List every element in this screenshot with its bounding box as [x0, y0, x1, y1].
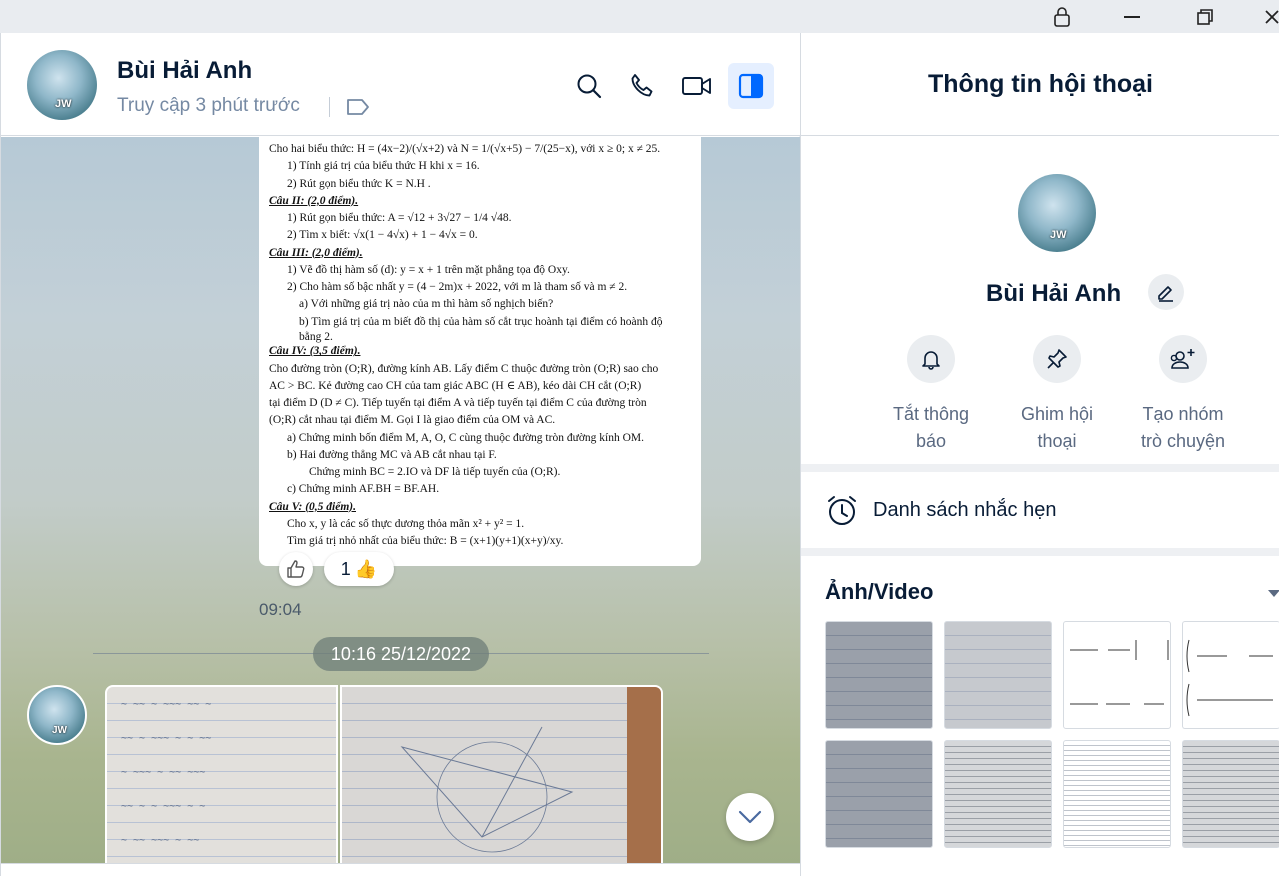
doc-heading: Câu V: (0,5 điểm).: [269, 500, 356, 513]
close-icon[interactable]: [1250, 0, 1279, 33]
doc-line: b) Tìm giá trị của m biết đồ thị của hàm…: [299, 315, 663, 328]
message-list[interactable]: Cho hai biểu thức: H = (4x−2)/(√x+2) và …: [1, 137, 800, 863]
last-seen-status: Truy cập 3 phút trước: [117, 95, 300, 116]
desk-edge: [627, 687, 661, 863]
video-icon[interactable]: [674, 63, 720, 109]
reminder-list-label: Danh sách nhắc hẹn: [873, 498, 1057, 521]
avatar-initials: JW: [55, 98, 72, 110]
action-label: Tắt thông: [892, 404, 970, 424]
doc-line: bằng 2.: [299, 330, 333, 343]
minimize-icon[interactable]: [1110, 0, 1154, 33]
doc-line: a) Chứng minh bốn điểm M, A, O, C cùng t…: [287, 431, 644, 444]
pin-conversation-button[interactable]: Ghim hội thoại: [994, 335, 1120, 455]
photo-message-notes-1[interactable]: ~ ~~ ~ ~~~ ~~ ~ ~~ ~ ~~~ ~ ~ ~~ ~ ~~~ ~ …: [105, 685, 338, 863]
sidebar-toggle-icon[interactable]: [728, 63, 774, 109]
sender-avatar[interactable]: JW: [27, 685, 87, 745]
action-label: Ghim hội: [1020, 404, 1094, 424]
contact-name[interactable]: Bùi Hải Anh: [117, 57, 252, 85]
reaction-count: 1: [340, 558, 351, 579]
media-section-title[interactable]: Ảnh/Video: [825, 579, 933, 605]
doc-line: a) Với những giá trị nào của m thì hàm s…: [299, 298, 554, 311]
conversation-info-panel: Thông tin hội thoại JW Bùi Hải Anh Tắt t…: [800, 33, 1279, 876]
status-divider: [329, 97, 330, 117]
create-group-button[interactable]: Tạo nhóm trò chuyện: [1120, 335, 1246, 455]
bell-icon: [907, 335, 955, 383]
doc-line: Cho đường tròn (O;R), đường kính AB. Lấy…: [269, 362, 659, 375]
info-panel-title: Thông tin hội thoại: [801, 33, 1279, 136]
info-contact-name: Bùi Hải Anh: [986, 280, 1122, 307]
media-thumbnail[interactable]: [1063, 740, 1171, 848]
action-label: Tạo nhóm: [1142, 404, 1224, 424]
action-label: thoại: [1037, 431, 1077, 451]
like-reaction-button[interactable]: [279, 552, 313, 586]
reminder-list-row[interactable]: Danh sách nhắc hẹn: [801, 472, 1279, 548]
restore-icon[interactable]: [1183, 0, 1227, 33]
doc-line: c) Chứng minh AF.BH = BF.AH.: [287, 483, 440, 496]
pin-icon: [1033, 335, 1081, 383]
avatar-initials: JW: [52, 725, 67, 736]
doc-line: (O;R) cắt nhau tại điểm M. Gọi I là giao…: [269, 414, 556, 427]
lock-icon[interactable]: [1040, 0, 1084, 33]
doc-line: 1) Tính giá trị của biểu thức H khi x = …: [287, 160, 480, 173]
chat-header: JW Bùi Hải Anh Truy cập 3 phút trước: [1, 33, 800, 136]
image-message-exam[interactable]: Cho hai biểu thức: H = (4x−2)/(√x+2) và …: [259, 137, 701, 566]
media-thumbnail[interactable]: [944, 621, 1052, 729]
chat-pane: JW Bùi Hải Anh Truy cập 3 phút trước Cho…: [0, 33, 800, 876]
doc-line: Chứng minh BC = 2.IO và DF là tiếp tuyến…: [309, 466, 561, 479]
pencil-icon: [1158, 286, 1173, 302]
section-separator: [801, 464, 1279, 472]
section-separator: [801, 548, 1279, 556]
doc-heading: Câu III: (2,0 điểm).: [269, 246, 363, 259]
chevron-down-icon: [738, 810, 762, 824]
media-thumbnail[interactable]: [825, 740, 933, 848]
mute-notifications-button[interactable]: Tắt thông báo: [868, 335, 994, 455]
media-thumbnail[interactable]: [1063, 621, 1171, 729]
doc-line: Cho hai biểu thức: H = (4x−2)/(√x+2) và …: [269, 143, 661, 155]
doc-heading: Câu IV: (3,5 điểm).: [269, 345, 361, 358]
search-icon[interactable]: [566, 63, 612, 109]
geometry-sketch: [400, 726, 574, 853]
add-group-icon: [1159, 335, 1207, 383]
media-thumbnail[interactable]: [944, 740, 1052, 848]
doc-line: b) Hai đường thẳng MC và AB cắt nhau tại…: [287, 448, 497, 461]
composer-edge: [1, 863, 800, 876]
media-thumbnail[interactable]: [1182, 740, 1279, 848]
info-avatar[interactable]: JW: [1018, 174, 1096, 252]
doc-heading: Câu II: (2,0 điểm).: [269, 194, 359, 207]
window-titlebar: [0, 0, 1279, 33]
tag-icon[interactable]: [346, 97, 370, 122]
doc-line: AC > BC. Kẻ đường cao CH của tam giác AB…: [269, 379, 642, 392]
message-time: 09:04: [259, 600, 302, 619]
doc-line: 2) Tìm x biết: √x(1 − 4√x) + 1 − 4√x = 0…: [287, 229, 478, 242]
thumbs-up-outline-icon: [287, 560, 305, 578]
edit-name-button[interactable]: [1148, 274, 1184, 310]
doc-line: 1) Rút gọn biểu thức: A = √12 + 3√27 − 1…: [287, 212, 512, 224]
phone-icon[interactable]: [619, 63, 665, 109]
doc-line: 2) Cho hàm số bậc nhất y = (4 − 2m)x + 2…: [287, 281, 628, 293]
thumbs-up-emoji-icon: 👍: [354, 558, 378, 579]
doc-line: 1) Vẽ đồ thị hàm số (d): y = x + 1 trên …: [287, 263, 570, 276]
doc-line: Cho x, y là các số thực dương thỏa mãn x…: [287, 517, 525, 530]
date-divider: 10:16 25/12/2022: [313, 637, 489, 671]
doc-line: tại điểm D (D ≠ C). Tiếp tuyến tại điểm …: [269, 397, 647, 410]
caret-down-icon[interactable]: [1268, 585, 1279, 603]
scroll-to-bottom-button[interactable]: [726, 793, 774, 841]
alarm-clock-icon: [828, 496, 856, 525]
photo-message-notes-2[interactable]: [340, 685, 663, 863]
action-label: trò chuyện: [1140, 431, 1226, 451]
doc-line: Tìm giá trị nhỏ nhất của biểu thức: B = …: [287, 535, 564, 548]
media-thumbnail[interactable]: [825, 621, 933, 729]
avatar-initials: JW: [1050, 229, 1067, 241]
avatar[interactable]: JW: [27, 50, 97, 120]
media-thumbnail[interactable]: [1182, 621, 1279, 729]
reaction-summary[interactable]: 1 👍: [324, 552, 394, 586]
action-label: báo: [915, 431, 947, 451]
doc-line: 2) Rút gọn biểu thức K = N.H .: [287, 177, 431, 190]
